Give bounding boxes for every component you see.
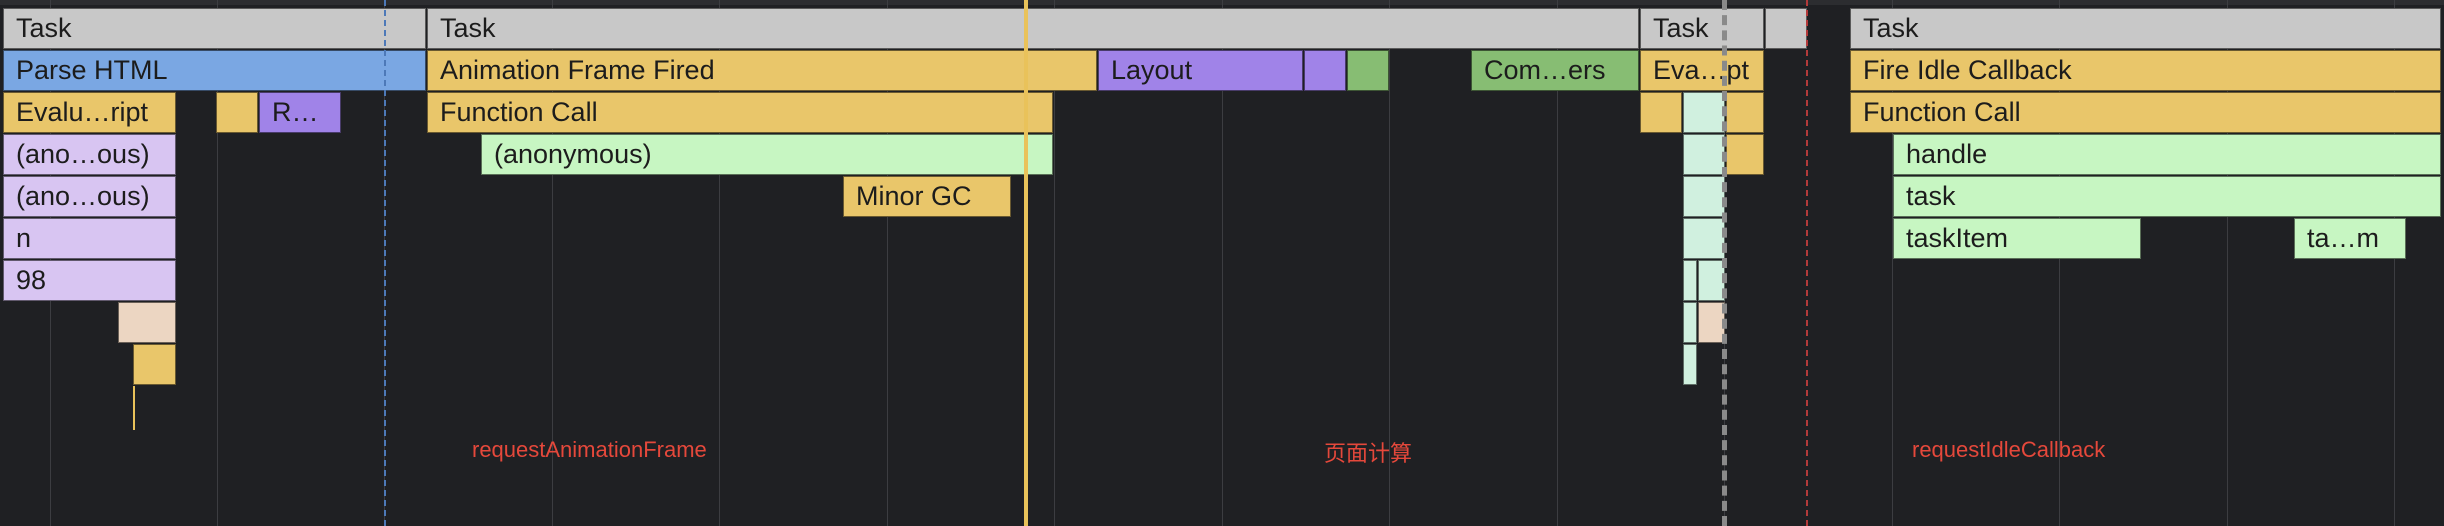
function-n-block[interactable]: n <box>3 218 176 259</box>
scripting-block[interactable] <box>133 344 176 385</box>
layout-block[interactable]: Layout <box>1098 50 1303 91</box>
function-call-block[interactable]: Function Call <box>1850 92 2441 133</box>
task-block[interactable] <box>1765 8 1807 49</box>
function-call-block[interactable]: Function Call <box>427 92 1053 133</box>
dcl-marker-line <box>384 0 386 526</box>
js-frame-block[interactable] <box>1683 134 1725 175</box>
scripting-block[interactable] <box>1726 134 1764 175</box>
composite-layers-block[interactable]: Com…ers <box>1471 50 1639 91</box>
scripting-block[interactable] <box>1726 92 1764 133</box>
load-marker-line <box>1806 0 1808 526</box>
taskitem-function-block[interactable]: taskItem <box>1893 218 2141 259</box>
paint-block[interactable] <box>1347 50 1389 91</box>
js-frame-block[interactable] <box>1683 344 1697 385</box>
js-frame-block[interactable] <box>1698 302 1725 343</box>
recalculate-style-block[interactable]: R… <box>259 92 341 133</box>
rendering-block[interactable] <box>1304 50 1346 91</box>
parse-html-block[interactable]: Parse HTML <box>3 50 426 91</box>
task-block[interactable]: Task <box>427 8 1639 49</box>
function-98-block[interactable]: 98 <box>3 260 176 301</box>
animation-frame-fired-block[interactable]: Animation Frame Fired <box>427 50 1097 91</box>
playhead-line[interactable] <box>1024 0 1028 526</box>
minor-gc-block[interactable]: Minor GC <box>843 176 1011 217</box>
ric-annotation: requestIdleCallback <box>1912 437 2106 462</box>
js-frame-block[interactable] <box>1683 176 1725 217</box>
evaluate-script-block[interactable]: Evalu…ript <box>3 92 176 133</box>
event-tick <box>133 386 135 430</box>
frame-boundary-line <box>1722 0 1727 526</box>
raf-annotation: requestAnimationFrame <box>472 437 707 462</box>
js-frame-block[interactable] <box>1683 218 1725 259</box>
performance-flame-chart: Task Task Task Task Parse HTML Animation… <box>0 0 2444 526</box>
js-frame-block[interactable] <box>118 302 176 343</box>
scripting-block[interactable] <box>216 92 258 133</box>
evaluate-script-block[interactable]: Eva…pt <box>1640 50 1764 91</box>
task-block[interactable]: Task <box>1640 8 1764 49</box>
js-frame-block[interactable] <box>1683 92 1725 133</box>
task-function-block[interactable]: task <box>1893 176 2441 217</box>
task-block[interactable]: Task <box>1850 8 2441 49</box>
js-frame-block[interactable] <box>1698 260 1725 301</box>
taskitem-function-block[interactable]: ta…m <box>2294 218 2406 259</box>
page-calc-annotation: 页面计算 <box>1324 441 1413 466</box>
task-block[interactable]: Task <box>3 8 426 49</box>
js-frame-block[interactable] <box>1683 302 1697 343</box>
handle-function-block[interactable]: handle <box>1893 134 2441 175</box>
anonymous-function-block[interactable]: (ano…ous) <box>3 176 176 217</box>
anonymous-function-block[interactable]: (anonymous) <box>481 134 1053 175</box>
scripting-block[interactable] <box>1640 92 1682 133</box>
fire-idle-callback-block[interactable]: Fire Idle Callback <box>1850 50 2441 91</box>
js-frame-block[interactable] <box>1683 260 1697 301</box>
anonymous-function-block[interactable]: (ano…ous) <box>3 134 176 175</box>
